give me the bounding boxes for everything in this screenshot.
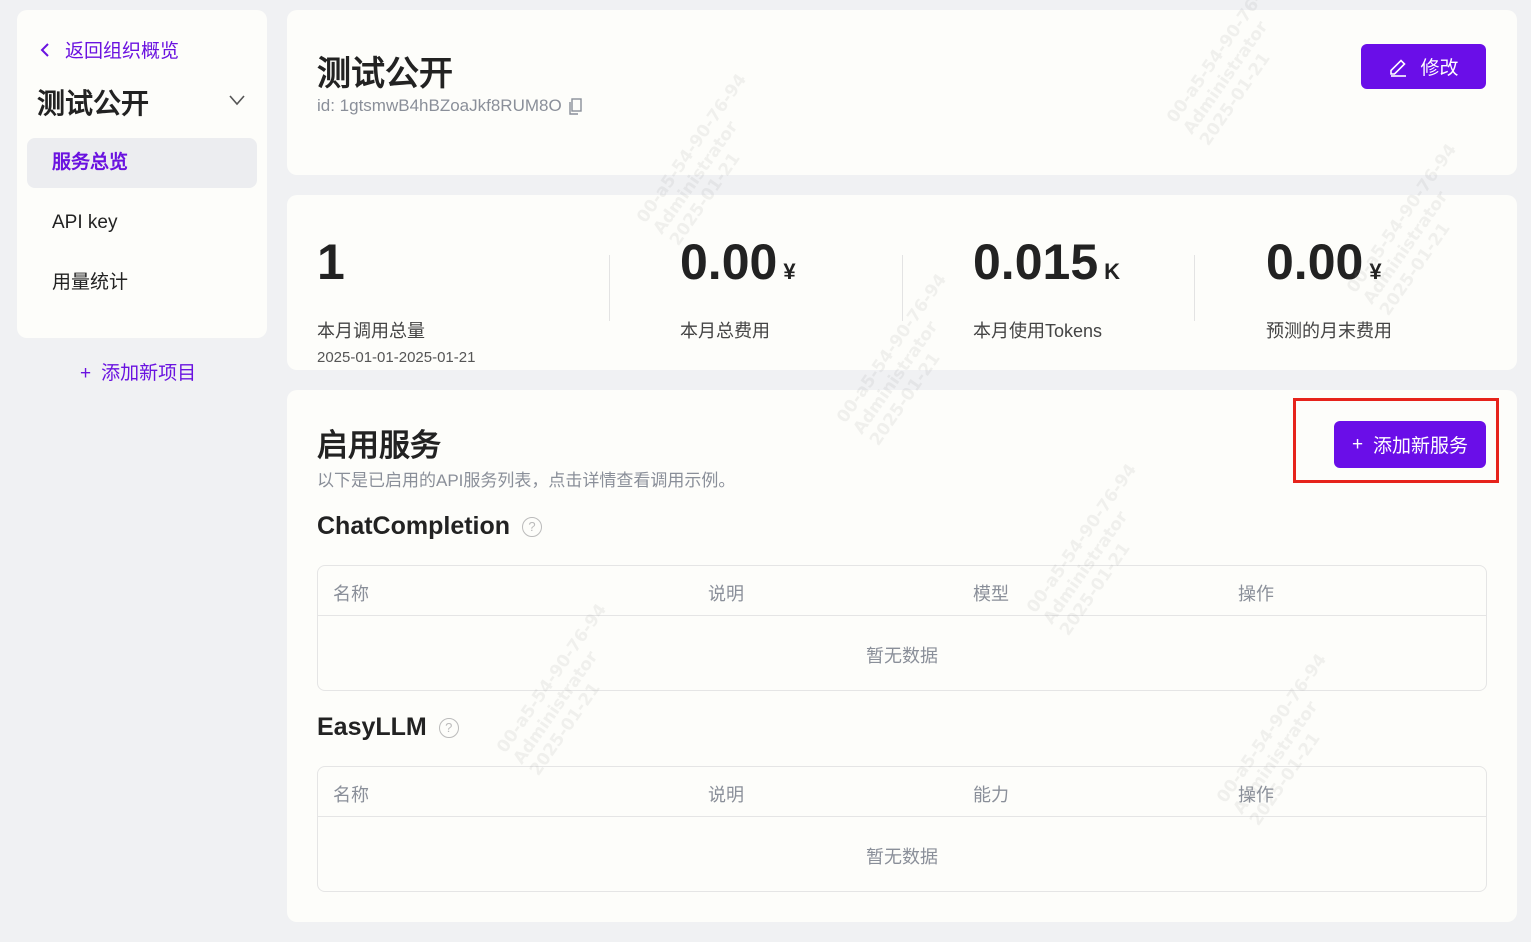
edit-button[interactable]: 修改 (1361, 44, 1486, 89)
sidebar-item-service-overview[interactable]: 服务总览 (27, 138, 257, 188)
table-header: 名称 说明 能力 操作 (318, 767, 1486, 817)
usage-stats-card: 1 本月调用总量 2025-01-01-2025-01-21 0.00 ¥ 本月总… (287, 195, 1517, 370)
stat-value: 0.015 K (973, 234, 1121, 290)
divider (1194, 255, 1195, 321)
divider (609, 255, 610, 321)
add-project-button[interactable]: + 添加新项目 (80, 358, 196, 385)
divider (902, 255, 903, 321)
chatcompletion-table: 名称 说明 模型 操作 暂无数据 (317, 565, 1487, 691)
project-selector[interactable]: 测试公开 (37, 82, 149, 122)
stat-value: 0.00 ¥ (1266, 234, 1382, 290)
column-header-name: 名称 (333, 785, 369, 805)
services-title: 启用服务 (317, 428, 441, 463)
stat-monthly-tokens: 0.015 K 本月使用Tokens (973, 231, 1120, 343)
add-service-label: 添加新服务 (1373, 436, 1469, 457)
enabled-services-card: 启用服务 以下是已启用的API服务列表，点击详情查看调用示例。 + 添加新服务 C… (287, 390, 1517, 922)
column-header-name: 名称 (333, 584, 369, 604)
stat-label: 本月总费用 (680, 321, 770, 341)
stat-value: 0.00 ¥ (680, 234, 796, 290)
section-easyllm: EasyLLM ? (317, 713, 459, 742)
help-icon[interactable]: ? (438, 717, 459, 738)
column-header-capability: 能力 (973, 785, 1009, 805)
page-title: 测试公开 (317, 55, 453, 93)
back-link-label: 返回组织概览 (65, 41, 180, 62)
stat-label: 预测的月末费用 (1266, 321, 1392, 341)
add-project-label: 添加新项目 (101, 363, 197, 384)
column-header-actions: 操作 (1238, 584, 1274, 604)
sidebar-item-api-key[interactable]: API key (27, 198, 257, 248)
stat-label: 本月调用总量 (317, 321, 425, 341)
section-title-text: ChatCompletion (317, 512, 511, 540)
table-header: 名称 说明 模型 操作 (318, 566, 1486, 616)
sidebar: 返回组织概览 测试公开 服务总览 API key 用量统计 (17, 10, 267, 338)
stat-projected-cost: 0.00 ¥ 预测的月末费用 (1266, 231, 1392, 343)
edit-button-label: 修改 (1420, 58, 1459, 79)
chevron-left-icon (40, 42, 49, 57)
column-header-actions: 操作 (1238, 785, 1274, 805)
project-id: id: 1gtsmwB4hBZoaJkf8RUM8O (317, 96, 583, 116)
plus-icon: + (1351, 433, 1364, 455)
pencil-icon (1390, 58, 1407, 77)
back-to-org-link[interactable]: 返回组织概览 (37, 36, 179, 63)
sidebar-item-usage-stats[interactable]: 用量统计 (27, 258, 257, 308)
plus-icon: + (80, 363, 92, 384)
stat-monthly-cost: 0.00 ¥ 本月总费用 (680, 231, 796, 343)
services-description: 以下是已启用的API服务列表，点击详情查看调用示例。 (317, 471, 736, 490)
help-icon[interactable]: ? (522, 516, 543, 537)
empty-state: 暂无数据 (866, 646, 938, 666)
copy-icon[interactable] (568, 97, 583, 115)
stat-monthly-calls: 1 本月调用总量 2025-01-01-2025-01-21 (317, 231, 475, 366)
project-header-card: 测试公开 id: 1gtsmwB4hBZoaJkf8RUM8O 修改 (287, 10, 1517, 175)
section-chatcompletion: ChatCompletion ? (317, 512, 543, 541)
section-title-text: EasyLLM (317, 713, 427, 741)
easyllm-table: 名称 说明 能力 操作 暂无数据 (317, 766, 1487, 892)
column-header-description: 说明 (708, 584, 744, 604)
empty-state: 暂无数据 (866, 847, 938, 867)
stat-label: 本月使用Tokens (973, 321, 1103, 341)
stat-value: 1 (317, 234, 345, 290)
column-header-model: 模型 (973, 584, 1009, 604)
column-header-description: 说明 (708, 785, 744, 805)
add-service-button[interactable]: + 添加新服务 (1334, 421, 1486, 468)
project-id-text: id: 1gtsmwB4hBZoaJkf8RUM8O (317, 96, 562, 115)
stat-date-range: 2025-01-01-2025-01-21 (317, 349, 476, 366)
chevron-down-icon[interactable] (227, 90, 247, 110)
